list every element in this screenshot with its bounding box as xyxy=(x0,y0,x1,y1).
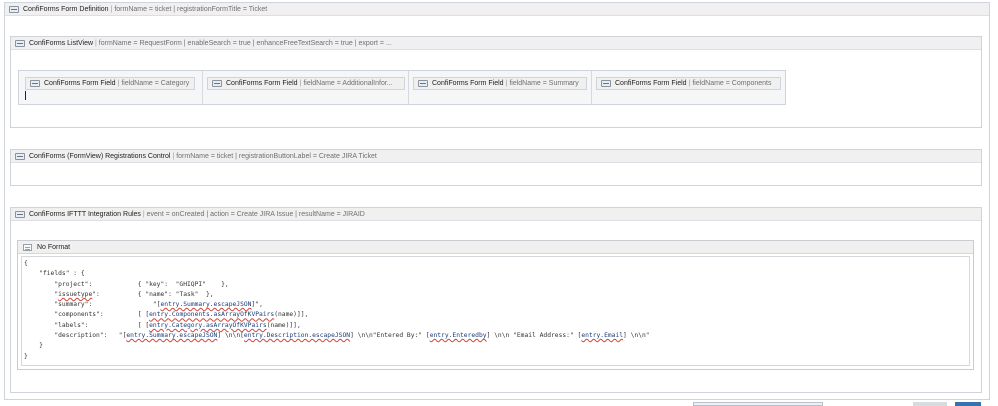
macro-icon xyxy=(15,152,25,160)
field-additionalinfo-macro[interactable]: ConfiForms Form Field | fieldName = Addi… xyxy=(207,77,405,90)
bottom-button-primary[interactable] xyxy=(955,402,981,406)
listview-header[interactable]: ConfiForms ListView | formName = Request… xyxy=(11,37,981,50)
bottom-button-secondary[interactable] xyxy=(913,402,947,406)
noformat-title: No Format xyxy=(37,243,71,251)
fields-table: ConfiForms Form Field | fieldName = Cate… xyxy=(18,70,786,105)
field-cell-category[interactable]: ConfiForms Form Field | fieldName = Cate… xyxy=(19,71,203,104)
field-category-macro[interactable]: ConfiForms Form Field | fieldName = Cate… xyxy=(25,77,195,90)
bottom-status-bar xyxy=(693,402,823,406)
form-definition-title: ConfiForms Form Definition xyxy=(23,5,109,13)
text-cursor xyxy=(25,91,26,100)
registrations-header[interactable]: ConfiForms (FormView) Registrations Cont… xyxy=(11,150,981,163)
registrations-params: formName = ticket | registrationButtonLa… xyxy=(176,152,377,160)
document-icon xyxy=(23,243,32,251)
macro-icon xyxy=(15,39,25,47)
form-definition-header[interactable]: ConfiForms Form Definition | formName = … xyxy=(5,3,989,16)
registrations-title: ConfiForms (FormView) Registrations Cont… xyxy=(29,152,171,160)
macro-icon xyxy=(30,80,40,87)
ifttt-header[interactable]: ConfiForms IFTTT Integration Rules | eve… xyxy=(11,208,981,221)
listview-params: formName = RequestForm | enableSearch = … xyxy=(98,39,392,47)
noformat-macro[interactable]: No Format { "fields" : { "project": { "k… xyxy=(17,240,974,370)
code-block[interactable]: { "fields" : { "project": { "key": "GHIQ… xyxy=(24,259,650,362)
macro-icon xyxy=(601,80,611,87)
listview-title: ConfiForms ListView xyxy=(29,39,94,47)
macro-icon xyxy=(9,5,19,13)
macro-icon xyxy=(15,210,25,218)
ifttt-title: ConfiForms IFTTT Integration Rules xyxy=(29,210,141,218)
macro-icon xyxy=(418,80,428,87)
field-components-macro[interactable]: ConfiForms Form Field | fieldName = Comp… xyxy=(596,77,781,90)
field-cell-additionalinfo[interactable]: ConfiForms Form Field | fieldName = Addi… xyxy=(203,71,409,104)
noformat-header[interactable]: No Format xyxy=(18,241,973,254)
registrations-macro[interactable]: ConfiForms (FormView) Registrations Cont… xyxy=(10,149,982,186)
macro-icon xyxy=(212,80,222,87)
field-cell-components[interactable]: ConfiForms Form Field | fieldName = Comp… xyxy=(592,71,785,104)
field-cell-summary[interactable]: ConfiForms Form Field | fieldName = Summ… xyxy=(409,71,592,104)
form-definition-params: formName = ticket | registrationFormTitl… xyxy=(114,5,268,13)
ifttt-params: event = onCreated | action = Create JIRA… xyxy=(146,210,365,218)
field-summary-macro[interactable]: ConfiForms Form Field | fieldName = Summ… xyxy=(413,77,587,90)
